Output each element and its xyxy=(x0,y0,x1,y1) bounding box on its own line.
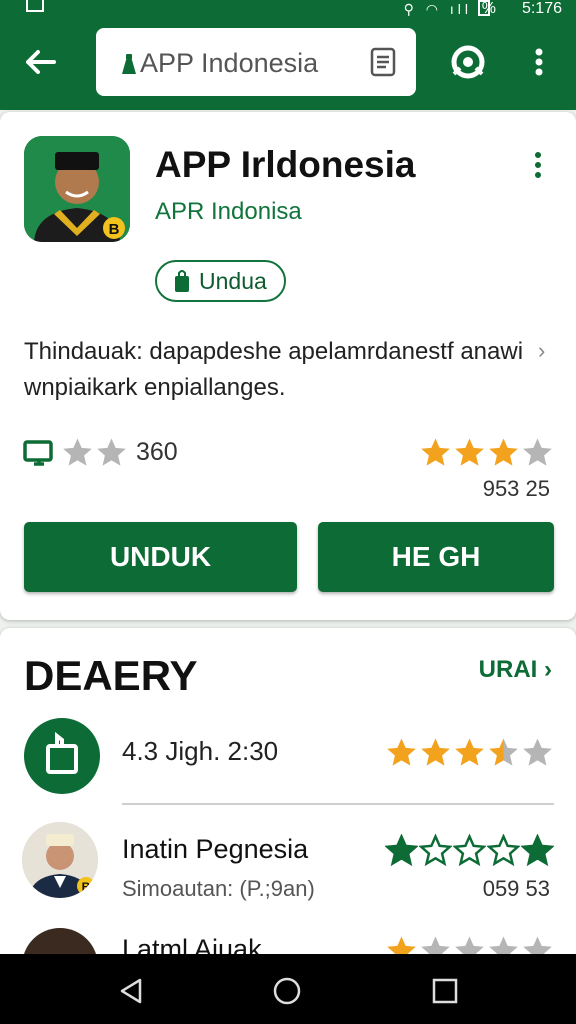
top-app-bar: APP Indonesia xyxy=(0,22,576,110)
section-title: DEAERY xyxy=(24,652,198,699)
star-icon xyxy=(97,438,126,466)
list-item-rating xyxy=(384,834,554,867)
app-star-rating xyxy=(418,436,554,469)
star-icon xyxy=(487,834,520,867)
list-item-title[interactable]: Inatin Pegnesia xyxy=(122,834,308,865)
battery-icon-box xyxy=(478,0,490,16)
star-icon xyxy=(523,438,552,466)
install-button[interactable]: UNDUK xyxy=(24,522,297,592)
search-text: APP Indonesia xyxy=(140,48,319,78)
radar-icon xyxy=(451,45,485,79)
app-logo-icon xyxy=(122,54,136,74)
list-item-subtitle: Simoautan: (P.;9an) xyxy=(122,876,315,901)
star-icon xyxy=(421,738,450,766)
svg-text:B: B xyxy=(82,880,91,894)
list-item-avatar[interactable]: B xyxy=(22,822,98,898)
notification-icon xyxy=(26,0,44,12)
star-icon xyxy=(455,438,484,466)
star-icon xyxy=(489,438,518,466)
person-portrait-icon: B xyxy=(24,136,130,242)
app-description: Thindauak: dapapdeshe apelamrdanestf ana… xyxy=(24,338,524,401)
clock: 5:176 xyxy=(521,0,562,17)
radar-button[interactable] xyxy=(446,40,490,84)
status-bar: ⚲ ◠ ıll % 5:176 xyxy=(0,0,576,22)
star-icon xyxy=(387,738,416,766)
system-nav-bar xyxy=(0,954,576,1024)
shopping-bag-icon xyxy=(175,270,189,292)
open-button[interactable]: HE GH xyxy=(318,522,554,592)
app-title: APP Irldonesia xyxy=(155,144,416,185)
download-chip[interactable]: Undua xyxy=(155,260,286,302)
star-icon xyxy=(521,834,554,867)
list-item-rating xyxy=(384,736,554,769)
document-icon[interactable] xyxy=(368,46,398,78)
search-field[interactable]: APP Indonesia xyxy=(96,28,416,96)
app-icon: B xyxy=(24,136,130,242)
developer-link[interactable]: APR Indonisa xyxy=(155,198,302,226)
list-item-icon[interactable] xyxy=(24,718,100,794)
star-icon xyxy=(419,834,452,867)
app-details-card: B APP Irldonesia APR Indonisa Undua Thin… xyxy=(0,112,576,620)
star-icon xyxy=(385,834,418,867)
device-stars xyxy=(60,436,128,469)
more-vert-icon xyxy=(535,48,543,76)
shopping-bag-icon xyxy=(46,731,78,774)
back-arrow-icon xyxy=(26,50,56,74)
list-item-title[interactable]: 4.3 Jigh. 2:30 xyxy=(122,736,278,767)
person-portrait-icon: B xyxy=(22,822,98,898)
more-vert-icon xyxy=(535,152,541,178)
star-icon xyxy=(63,438,92,466)
svg-text:B: B xyxy=(109,221,120,238)
star-icon xyxy=(453,834,486,867)
divider xyxy=(122,803,554,805)
device-rating-count: 360 xyxy=(136,438,178,466)
overflow-menu-button[interactable] xyxy=(526,40,552,84)
star-icon xyxy=(455,738,484,766)
nav-home-icon[interactable] xyxy=(272,976,302,1006)
monitor-icon xyxy=(23,439,53,466)
star-icon xyxy=(421,438,450,466)
star-icon xyxy=(489,738,518,766)
star-icon xyxy=(523,738,552,766)
signal-icons: ⚲ ◠ ıll xyxy=(403,1,472,17)
nav-recents-icon[interactable] xyxy=(432,978,458,1004)
app-more-button[interactable] xyxy=(530,150,546,182)
device-rating: 360 xyxy=(22,436,178,469)
download-chip-label: Undua xyxy=(199,267,267,294)
list-item-count: 059 53 xyxy=(482,876,550,901)
nav-back-icon[interactable] xyxy=(116,976,146,1006)
chevron-right-icon[interactable]: › xyxy=(538,338,545,364)
section-more-link[interactable]: URAI › xyxy=(479,656,552,684)
back-button[interactable] xyxy=(18,40,62,84)
rating-count: 953 25 xyxy=(482,476,550,501)
